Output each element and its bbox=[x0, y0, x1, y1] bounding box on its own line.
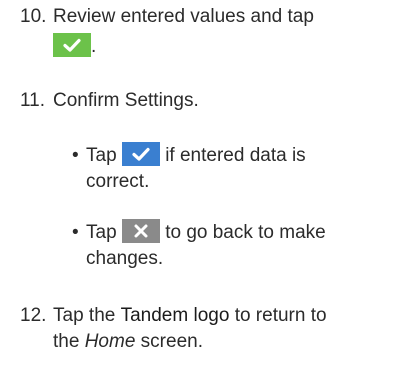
check-icon bbox=[121, 141, 160, 166]
step-11: 11. Confirm Settings. bbox=[20, 88, 390, 114]
list-item: • Tap if entered data is correct. bbox=[72, 141, 390, 195]
list-item: • Tap to go back to make changes. bbox=[72, 218, 390, 272]
bullet-text: changes. bbox=[86, 248, 164, 269]
tandem-logo-label: Tandem logo bbox=[120, 305, 230, 326]
bullet-text: to go back to make bbox=[165, 222, 326, 243]
step-text: Confirm Settings. bbox=[53, 90, 199, 111]
close-icon bbox=[121, 218, 160, 243]
step-text: to return to bbox=[234, 305, 327, 326]
bullet-text: Tap bbox=[86, 222, 117, 243]
step-text: Review entered values and tap bbox=[53, 6, 314, 27]
bullet-dot: • bbox=[72, 145, 79, 166]
home-screen-label: Home bbox=[84, 331, 136, 352]
step-text-end: . bbox=[91, 36, 97, 57]
check-icon bbox=[53, 32, 91, 57]
step-text: the bbox=[53, 331, 80, 352]
bullet-text: if entered data is bbox=[165, 145, 306, 166]
step-number: 10. bbox=[20, 6, 47, 27]
bullet-dot: • bbox=[72, 222, 79, 243]
bullet-text: Tap bbox=[86, 145, 117, 166]
step-12: 12. Tap the Tandem logo to return to the … bbox=[20, 303, 390, 355]
step-number: 11. bbox=[20, 90, 46, 111]
step-number: 12. bbox=[20, 305, 47, 326]
step-10: 10. Review entered values and tap . bbox=[20, 4, 390, 60]
step-text: Tap the bbox=[53, 305, 116, 326]
bullet-text: correct. bbox=[86, 171, 150, 192]
step-text: screen. bbox=[140, 331, 203, 352]
